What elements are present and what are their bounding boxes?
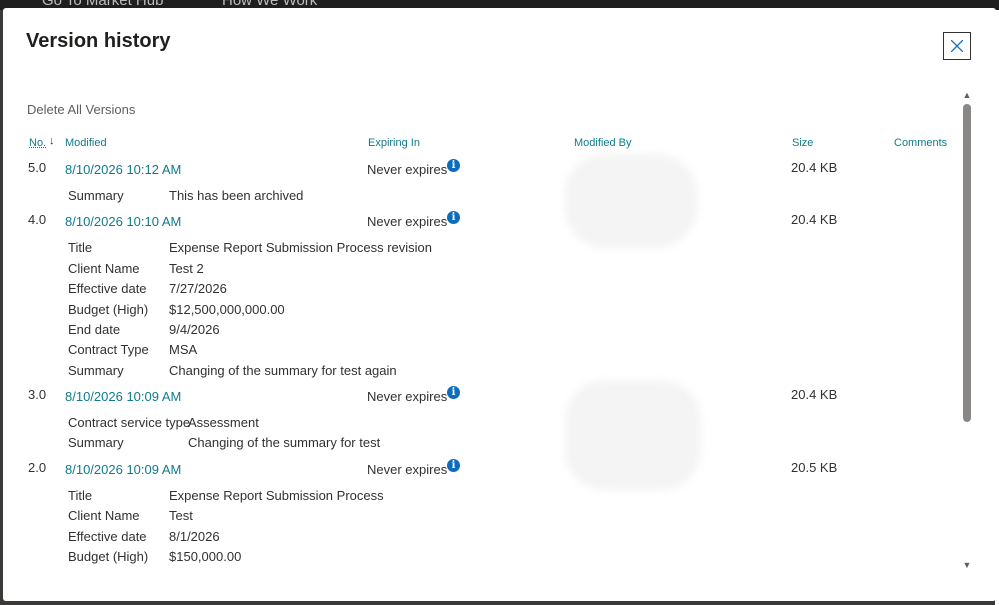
- field-label: Budget (High): [68, 302, 149, 317]
- field-value: This has been archived: [169, 188, 304, 203]
- info-icon[interactable]: i: [447, 211, 460, 224]
- field-label: Effective date: [68, 281, 147, 296]
- info-icon[interactable]: i: [447, 386, 460, 399]
- field-value: MSA: [169, 342, 198, 357]
- field-value: Changing of the summary for test again: [169, 363, 397, 378]
- field-label: Contract Type: [68, 342, 149, 357]
- field-value: Test 2: [169, 261, 204, 276]
- field-value: Assessment: [188, 415, 259, 430]
- version-size: 20.5 KB: [791, 460, 838, 475]
- field-value: 7/27/2026: [169, 281, 227, 296]
- expiry-status: Never expires: [367, 389, 448, 404]
- scroll-down-arrow-icon[interactable]: ▼: [961, 560, 973, 570]
- field-value: $150,000.00: [169, 549, 242, 564]
- scrollbar-thumb[interactable]: [963, 104, 971, 422]
- expiry-status: Never expires: [367, 214, 448, 229]
- field-label: Effective date: [68, 529, 147, 544]
- field-label: Title: [68, 240, 93, 255]
- column-header-no[interactable]: No.: [29, 137, 46, 149]
- version-number: 2.0: [28, 460, 47, 475]
- field-label: Client Name: [68, 508, 140, 523]
- version-size: 20.4 KB: [791, 387, 838, 402]
- version-number: 3.0: [28, 387, 47, 402]
- expiry-status: Never expires: [367, 462, 448, 477]
- scroll-up-arrow-icon[interactable]: ▲: [961, 90, 973, 100]
- redacted-modified-by: [565, 154, 697, 248]
- version-number: 5.0: [28, 160, 47, 175]
- column-header-modified[interactable]: Modified: [65, 137, 107, 149]
- column-header-comments[interactable]: Comments: [894, 137, 947, 149]
- field-label: Contract service type: [68, 415, 191, 430]
- dialog-title: Version history: [26, 30, 171, 52]
- version-number: 4.0: [28, 212, 47, 227]
- field-label: Summary: [68, 363, 124, 378]
- delete-all-versions-link[interactable]: Delete All Versions: [27, 102, 135, 117]
- field-label: Budget (High): [68, 549, 149, 564]
- column-header-expiring-in[interactable]: Expiring In: [368, 137, 420, 149]
- close-button[interactable]: [943, 32, 971, 60]
- version-modified-link[interactable]: 8/10/2026 10:12 AM: [65, 162, 181, 177]
- field-label: Client Name: [68, 261, 140, 276]
- version-history-dialog: Version history Delete All Versions No. …: [3, 8, 996, 601]
- info-icon[interactable]: i: [447, 159, 460, 172]
- expiry-status: Never expires: [367, 162, 448, 177]
- field-value: Test: [169, 508, 193, 523]
- field-value: Expense Report Submission Process revisi…: [169, 240, 433, 255]
- field-label: Summary: [68, 188, 124, 203]
- field-label: End date: [68, 322, 121, 337]
- field-value: $12,500,000,000.00: [169, 302, 285, 317]
- sort-descending-icon: ↓: [49, 135, 55, 147]
- field-value: Changing of the summary for test: [188, 435, 381, 450]
- version-modified-link[interactable]: 8/10/2026 10:09 AM: [65, 462, 181, 477]
- vertical-scrollbar[interactable]: ▲ ▼: [961, 90, 973, 572]
- version-modified-link[interactable]: 8/10/2026 10:09 AM: [65, 389, 181, 404]
- version-size: 20.4 KB: [791, 160, 838, 175]
- field-value: 9/4/2026: [169, 322, 220, 337]
- field-value: 8/1/2026: [169, 529, 220, 544]
- info-icon[interactable]: i: [447, 459, 460, 472]
- field-value: Expense Report Submission Process: [169, 488, 384, 503]
- version-size: 20.4 KB: [791, 212, 838, 227]
- redacted-modified-by: [565, 380, 701, 490]
- field-label: Summary: [68, 435, 124, 450]
- version-modified-link[interactable]: 8/10/2026 10:10 AM: [65, 214, 181, 229]
- close-icon: [951, 40, 963, 52]
- field-label: Title: [68, 488, 93, 503]
- column-header-modified-by[interactable]: Modified By: [574, 137, 631, 149]
- list-clip-area: [3, 574, 953, 601]
- column-header-size[interactable]: Size: [792, 137, 813, 149]
